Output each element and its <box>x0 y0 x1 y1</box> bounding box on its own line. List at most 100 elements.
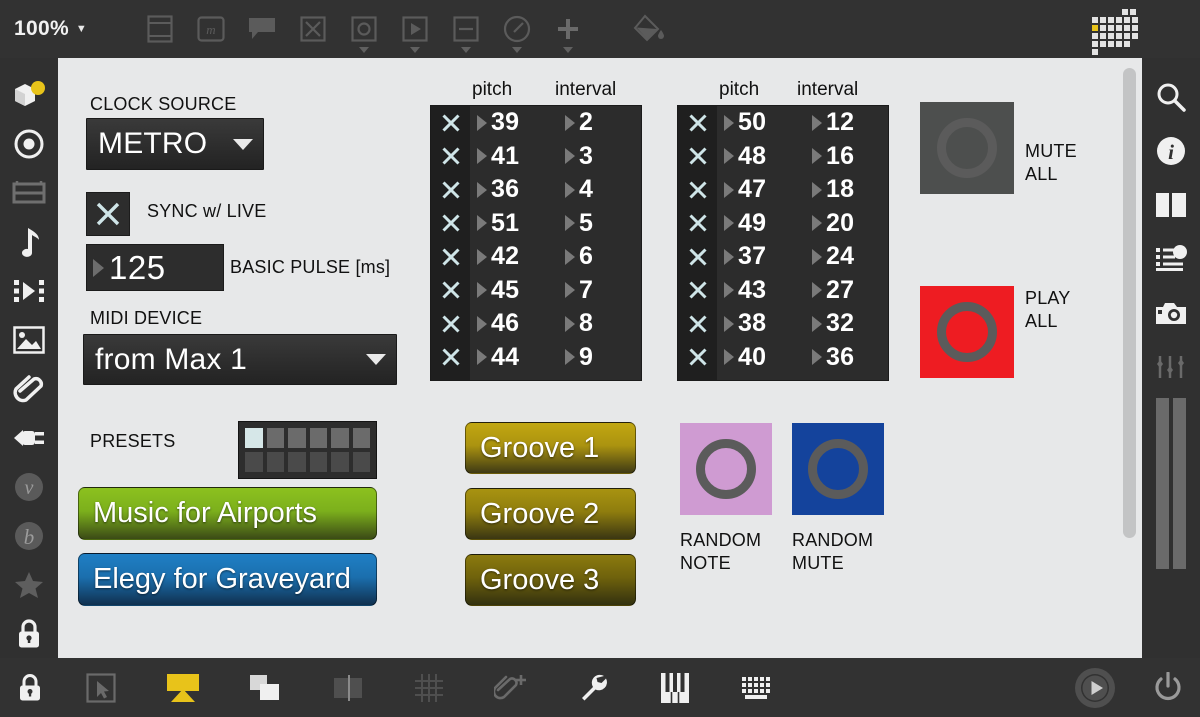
pitch-field[interactable]: 39 <box>470 108 558 137</box>
sidebar-clip-icon[interactable] <box>0 266 58 315</box>
play-box-icon[interactable] <box>390 3 441 55</box>
close-box-icon[interactable] <box>288 3 339 55</box>
groove-button-3[interactable]: Groove 3 <box>465 554 636 606</box>
interval-field[interactable]: 27 <box>805 276 885 305</box>
preset-cell[interactable] <box>309 428 327 448</box>
interval-field[interactable]: 36 <box>805 343 885 372</box>
interval-field[interactable]: 6 <box>558 242 638 271</box>
chevron-down-icon[interactable] <box>410 47 421 53</box>
sidebar-target-icon[interactable] <box>0 119 58 168</box>
table-row[interactable]: 39 2 <box>431 106 641 140</box>
mute-toggle[interactable] <box>431 347 470 367</box>
matrix-icon[interactable] <box>1092 9 1138 55</box>
preset-cell[interactable] <box>288 452 306 472</box>
pitch-field[interactable]: 50 <box>717 108 805 137</box>
copy-layers-icon[interactable] <box>224 658 306 717</box>
mute-toggle[interactable] <box>678 146 717 166</box>
play-transport-icon[interactable] <box>1054 658 1136 717</box>
level-meters-icon[interactable] <box>1153 398 1189 569</box>
sidebar-paperclip-icon[interactable] <box>0 364 58 413</box>
chevron-down-icon[interactable] <box>512 47 523 53</box>
pitch-field[interactable]: 38 <box>717 309 805 338</box>
music-notation-icon[interactable]: m <box>186 3 237 55</box>
preset-cell[interactable] <box>352 428 370 448</box>
preset-cell[interactable] <box>331 452 349 472</box>
piano-icon[interactable] <box>634 658 716 717</box>
table-row[interactable]: 47 18 <box>678 173 888 207</box>
pitch-field[interactable]: 46 <box>470 309 558 338</box>
table-row[interactable]: 46 8 <box>431 307 641 341</box>
sidebar-star-icon[interactable] <box>0 560 58 609</box>
paint-bucket-icon[interactable] <box>624 3 675 55</box>
pitch-field[interactable]: 47 <box>717 175 805 204</box>
table-row[interactable]: 43 27 <box>678 274 888 308</box>
list-icon[interactable] <box>1142 232 1200 286</box>
minus-box-icon[interactable] <box>441 3 492 55</box>
clock-source-dropdown[interactable]: METRO <box>86 118 264 170</box>
pitch-field[interactable]: 36 <box>470 175 558 204</box>
interval-field[interactable]: 3 <box>558 142 638 171</box>
power-toggle-icon[interactable] <box>1136 658 1200 717</box>
camera-icon[interactable] <box>1142 286 1200 340</box>
table-row[interactable]: 42 6 <box>431 240 641 274</box>
pitch-field[interactable]: 51 <box>470 209 558 238</box>
mute-toggle[interactable] <box>431 213 470 233</box>
pitch-field[interactable]: 45 <box>470 276 558 305</box>
groove-button-1[interactable]: Groove 1 <box>465 422 636 474</box>
sidebar-note-icon[interactable] <box>0 217 58 266</box>
table-row[interactable]: 41 3 <box>431 140 641 174</box>
presentation-icon[interactable] <box>142 658 224 717</box>
comment-icon[interactable] <box>237 3 288 55</box>
snap-icon[interactable] <box>306 658 388 717</box>
pitch-field[interactable]: 48 <box>717 142 805 171</box>
gauge-icon[interactable] <box>492 3 543 55</box>
chevron-down-icon[interactable] <box>359 47 370 53</box>
sidebar-image-icon[interactable] <box>0 315 58 364</box>
preset-cell[interactable] <box>288 428 306 448</box>
preset-cell[interactable] <box>266 452 284 472</box>
interval-field[interactable]: 32 <box>805 309 885 338</box>
preset-cell[interactable] <box>309 452 327 472</box>
add-attachment-icon[interactable] <box>470 658 552 717</box>
preset-cell[interactable] <box>352 452 370 472</box>
mute-all-button[interactable] <box>920 102 1014 194</box>
mute-toggle[interactable] <box>678 280 717 300</box>
preset-cell[interactable] <box>331 428 349 448</box>
preset-matrix[interactable] <box>238 421 377 479</box>
table-row[interactable]: 45 7 <box>431 274 641 308</box>
interval-field[interactable]: 12 <box>805 108 885 137</box>
mute-toggle[interactable] <box>431 113 470 133</box>
sliders-icon[interactable] <box>1142 340 1200 394</box>
table-row[interactable]: 44 9 <box>431 341 641 375</box>
sidebar-b-icon[interactable]: b <box>0 511 58 560</box>
sidebar-object-icon[interactable] <box>0 70 58 119</box>
voice-list-1[interactable]: 39 2 41 3 36 4 51 5 42 6 45 7 46 8 44 9 <box>430 105 642 381</box>
lock-icon[interactable] <box>0 658 60 717</box>
interval-field[interactable]: 9 <box>558 343 638 372</box>
plus-icon[interactable] <box>543 3 594 55</box>
sidebar-keyboard-panel-icon[interactable] <box>0 168 58 217</box>
preset-button-music-for-airports[interactable]: Music for Airports <box>78 487 377 540</box>
table-row[interactable]: 36 4 <box>431 173 641 207</box>
pitch-field[interactable]: 42 <box>470 242 558 271</box>
table-row[interactable]: 40 36 <box>678 341 888 375</box>
mute-toggle[interactable] <box>678 213 717 233</box>
midi-device-dropdown[interactable]: from Max 1 <box>83 334 397 385</box>
basic-pulse-number-field[interactable]: 125 <box>86 244 224 291</box>
vertical-scrollbar[interactable] <box>1123 68 1136 538</box>
chevron-down-icon[interactable] <box>461 47 472 53</box>
pitch-field[interactable]: 37 <box>717 242 805 271</box>
mute-toggle[interactable] <box>678 113 717 133</box>
voice-list-2[interactable]: 50 12 48 16 47 18 49 20 37 24 43 27 38 3… <box>677 105 889 381</box>
play-all-button[interactable] <box>920 286 1014 378</box>
interval-field[interactable]: 4 <box>558 175 638 204</box>
interval-field[interactable]: 16 <box>805 142 885 171</box>
interval-field[interactable]: 20 <box>805 209 885 238</box>
mute-toggle[interactable] <box>431 247 470 267</box>
sidebar-v-icon[interactable]: v <box>0 462 58 511</box>
preset-cell[interactable] <box>266 428 284 448</box>
groove-button-2[interactable]: Groove 2 <box>465 488 636 540</box>
interval-field[interactable]: 24 <box>805 242 885 271</box>
pitch-field[interactable]: 44 <box>470 343 558 372</box>
preset-button-elegy-for-graveyard[interactable]: Elegy for Graveyard <box>78 553 377 606</box>
